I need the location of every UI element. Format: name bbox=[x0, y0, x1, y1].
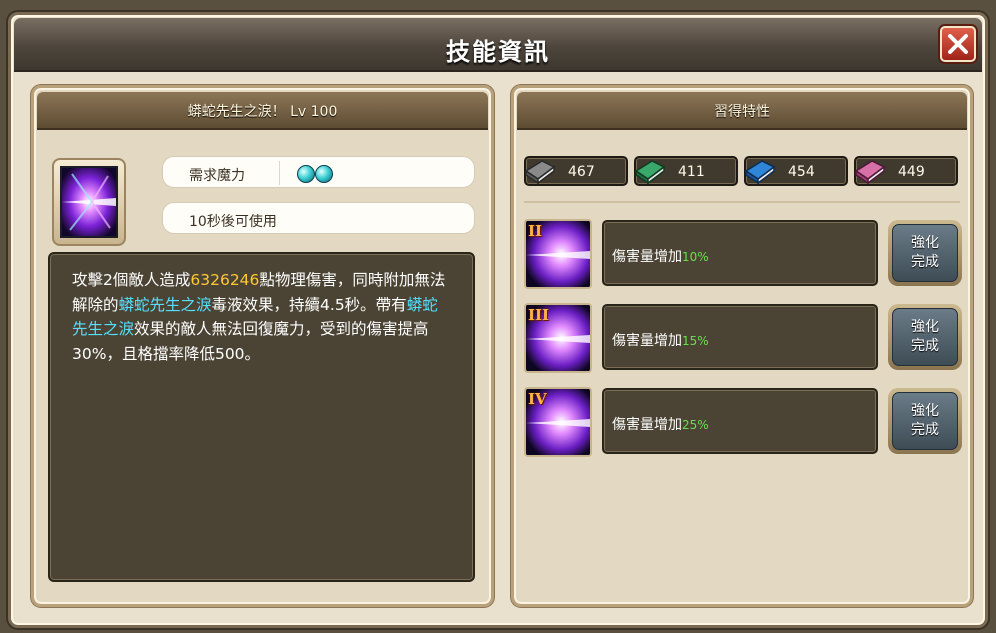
divider bbox=[279, 161, 280, 185]
trait-text: 傷害量增加25% bbox=[612, 417, 709, 433]
mp-requirement-box: 需求魔力 bbox=[162, 156, 475, 188]
skill-name-level: 蟒蛇先生之淚！ Lv 100 bbox=[187, 104, 338, 120]
trait-row: IV 傷害量增加25% 強化完成 bbox=[524, 387, 964, 457]
stat-value: 467 bbox=[568, 164, 595, 180]
skill-description: 攻擊2個敵人造成6326246點物理傷害，同時附加無法解除的蟒蛇先生之淚毒液效果… bbox=[48, 252, 475, 582]
enhance-label: 強化完成 bbox=[892, 224, 958, 282]
desc-text: 攻擊2個敵人造成 bbox=[72, 271, 191, 289]
stat-gray-book: 467 bbox=[524, 156, 628, 186]
skill-icon-frame bbox=[52, 158, 126, 246]
mana-orb-icon bbox=[297, 165, 315, 183]
mp-label: 需求魔力 bbox=[189, 168, 245, 184]
enhance-label: 強化完成 bbox=[892, 392, 958, 450]
trait-description: 傷害量增加25% bbox=[602, 388, 878, 454]
tier-label: IV bbox=[528, 390, 547, 408]
green-book-icon bbox=[634, 160, 666, 185]
traits-title: 習得特性 bbox=[714, 104, 770, 120]
skill-header: 蟒蛇先生之淚！ Lv 100 bbox=[37, 92, 488, 130]
damage-value: 6326246 bbox=[190, 271, 260, 289]
trait-percent: 15% bbox=[682, 334, 709, 348]
tier-label: III bbox=[528, 306, 550, 324]
tier-label: II bbox=[528, 222, 543, 240]
skill-detail-panel: 蟒蛇先生之淚！ Lv 100 需求魔力 10秒後可使用 攻擊2個敵人造成6326… bbox=[31, 85, 494, 607]
window-title: 技能資訊 bbox=[446, 38, 550, 66]
trait-description: 傷害量增加10% bbox=[602, 220, 878, 286]
close-button[interactable] bbox=[940, 26, 976, 62]
stat-pink-book: 449 bbox=[854, 156, 958, 186]
stat-blue-book: 454 bbox=[744, 156, 848, 186]
trait-row: II 傷害量增加10% 強化完成 bbox=[524, 219, 964, 289]
trait-text: 傷害量增加10% bbox=[612, 249, 709, 265]
stat-value: 449 bbox=[898, 164, 925, 180]
trait-description: 傷害量增加15% bbox=[602, 304, 878, 370]
enhance-label: 強化完成 bbox=[892, 308, 958, 366]
trait-row: III 傷害量增加15% 強化完成 bbox=[524, 303, 964, 373]
trait-icon: III bbox=[524, 303, 592, 373]
desc-text: 毒液效果，持續4.5秒。帶有 bbox=[211, 295, 407, 314]
trait-percent: 25% bbox=[682, 418, 709, 432]
trait-percent: 10% bbox=[682, 250, 709, 264]
traits-header: 習得特性 bbox=[517, 92, 967, 130]
title-bar: 技能資訊 bbox=[14, 18, 982, 72]
purple-burst-skill-icon bbox=[60, 166, 118, 238]
cooldown-box: 10秒後可使用 bbox=[162, 202, 475, 234]
divider bbox=[524, 201, 960, 203]
stat-green-book: 411 bbox=[634, 156, 738, 186]
blue-book-icon bbox=[744, 160, 776, 185]
enhance-complete-button[interactable]: 強化完成 bbox=[888, 220, 962, 286]
cooldown-label: 10秒後可使用 bbox=[189, 214, 277, 230]
enhance-complete-button[interactable]: 強化完成 bbox=[888, 304, 962, 370]
skill-info-window: 技能資訊 蟒蛇先生之淚！ Lv 100 需求魔力 10秒後可使用 攻擊2個敵人造… bbox=[8, 12, 988, 628]
gray-book-icon bbox=[524, 160, 556, 185]
enhance-complete-button[interactable]: 強化完成 bbox=[888, 388, 962, 454]
stat-value: 411 bbox=[678, 164, 705, 180]
mana-orb-icon bbox=[315, 165, 333, 183]
learned-traits-panel: 習得特性 467 411 454 449 II 傷害量增加10% 強化完成 II… bbox=[511, 85, 973, 607]
effect-name: 蟒蛇先生之淚 bbox=[118, 295, 212, 314]
trait-text: 傷害量增加15% bbox=[612, 333, 709, 349]
close-x-icon bbox=[948, 34, 968, 54]
pink-book-icon bbox=[854, 160, 886, 185]
trait-icon: II bbox=[524, 219, 592, 289]
trait-icon: IV bbox=[524, 387, 592, 457]
stat-value: 454 bbox=[788, 164, 815, 180]
